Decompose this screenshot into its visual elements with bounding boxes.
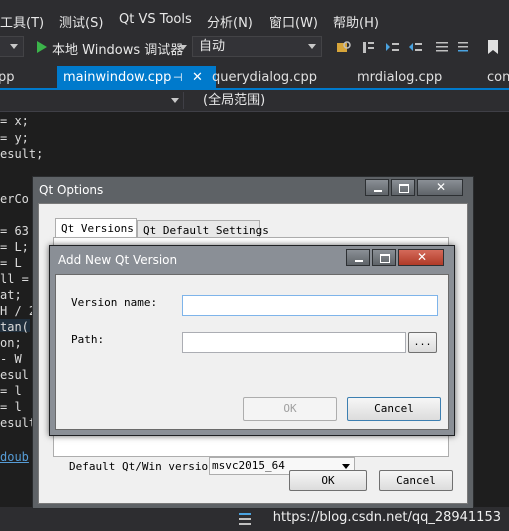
chevron-down-icon: [171, 98, 179, 103]
close-button[interactable]: ✕: [398, 249, 444, 266]
code-line: ll =: [0, 272, 29, 286]
minimize-icon: [355, 260, 363, 262]
code-line: = 63: [0, 224, 29, 238]
uncomment-icon[interactable]: [456, 39, 472, 55]
code-line: esul: [0, 368, 29, 382]
code-line: = l: [0, 384, 22, 398]
browse-button[interactable]: ...: [408, 332, 437, 353]
version-name-label: Version name:: [71, 296, 158, 309]
bookmarks-icon[interactable]: [238, 511, 252, 527]
maximize-icon: [399, 184, 409, 193]
default-version-label: Default Qt/Win version:: [69, 460, 222, 473]
class-scope-dropdown[interactable]: [0, 92, 183, 109]
maximize-button[interactable]: [391, 179, 415, 196]
default-version-value: msvc2015_64: [212, 459, 285, 472]
tab-mainwindow-cpp[interactable]: mainwindow.cpp ⊣ ✕: [57, 66, 216, 90]
close-icon[interactable]: ✕: [192, 66, 203, 90]
cancel-button[interactable]: Cancel: [379, 470, 453, 491]
watermark-text: https://blog.csdn.net/qq_28941153: [272, 510, 501, 525]
close-icon: ✕: [417, 250, 428, 264]
code-line: esult;: [0, 147, 44, 161]
minimize-icon: [374, 190, 382, 192]
version-name-input[interactable]: [182, 295, 438, 316]
ok-button[interactable]: OK: [289, 470, 367, 491]
path-label: Path:: [71, 333, 105, 346]
divider: [183, 92, 184, 109]
bookmark-icon[interactable]: [485, 39, 501, 55]
tab-querydialog-cpp[interactable]: querydialog.cpp: [212, 66, 317, 90]
tab-qt-versions[interactable]: Qt Versions: [55, 218, 137, 239]
minimize-button[interactable]: [346, 249, 370, 266]
menu-test[interactable]: 测试(S): [59, 12, 103, 31]
status-bar: https://blog.csdn.net/qq_28941153: [0, 507, 509, 531]
member-scope-dropdown[interactable]: (全局范围): [203, 92, 503, 109]
chevron-down-icon: [10, 44, 18, 49]
solution-platform-dropdown[interactable]: [0, 36, 24, 57]
toolbar: 本地 Windows 调试器 自动: [0, 34, 509, 62]
start-debugger-button[interactable]: 本地 Windows 调试器: [52, 39, 183, 58]
indent-icon[interactable]: [384, 39, 400, 55]
cancel-button[interactable]: Cancel: [347, 397, 441, 421]
code-line: on;: [0, 336, 22, 350]
code-line: - W: [0, 352, 22, 366]
tab-mrdialog-cpp[interactable]: mrdialog.cpp: [357, 66, 442, 90]
document-tab-bar: pp mainwindow.cpp ⊣ ✕ querydialog.cpp mr…: [0, 62, 509, 90]
code-line: esult: [0, 416, 37, 430]
menu-window[interactable]: 窗口(W): [269, 12, 318, 31]
code-line: = x;: [0, 114, 29, 128]
code-line: at;: [0, 288, 22, 302]
code-line: = l: [0, 400, 22, 414]
window-title: Qt Options: [39, 183, 104, 197]
chevron-down-icon: [308, 44, 316, 49]
code-line: = L;: [0, 240, 29, 254]
close-icon: ✕: [436, 180, 447, 194]
outdent-icon[interactable]: [407, 39, 423, 55]
comment-icon[interactable]: [434, 39, 450, 55]
menu-analyze[interactable]: 分析(N): [207, 12, 253, 31]
scope-label: (全局范围): [203, 93, 266, 108]
debugger-chevron-down-icon[interactable]: [179, 45, 187, 50]
maximize-icon: [380, 254, 390, 263]
tab-pp[interactable]: pp: [0, 66, 15, 90]
add-new-qt-version-dialog: Add New Qt Version ✕ Version name: Path:…: [49, 245, 455, 436]
menu-tools[interactable]: 工具(T): [0, 12, 44, 31]
play-icon[interactable]: [34, 39, 50, 55]
configuration-dropdown[interactable]: 自动: [192, 36, 322, 57]
close-button[interactable]: ✕: [417, 179, 463, 196]
bookmark-prev-icon[interactable]: [360, 39, 376, 55]
minimize-button[interactable]: [365, 179, 389, 196]
code-line: erCo: [0, 192, 29, 206]
code-line: = L: [0, 256, 22, 270]
code-line: doub: [0, 450, 29, 464]
code-line: = y;: [0, 131, 29, 145]
dialog-client-area: Version name: Path: ... OK Cancel: [55, 274, 449, 430]
maximize-button[interactable]: [372, 249, 396, 266]
dialog-title: Add New Qt Version: [58, 253, 178, 267]
code-line: tan(: [0, 320, 29, 334]
chevron-down-icon: [342, 464, 350, 469]
path-input[interactable]: [182, 332, 406, 353]
menu-help[interactable]: 帮助(H): [333, 12, 379, 31]
tab-label: mainwindow.cpp: [63, 70, 172, 85]
find-files-icon[interactable]: [336, 39, 352, 55]
navigation-bar: (全局范围): [0, 90, 509, 112]
pin-icon[interactable]: ⊣: [173, 66, 183, 90]
code-line: H / 2: [0, 304, 37, 318]
tab-con[interactable]: con: [487, 66, 509, 90]
configuration-value: 自动: [199, 39, 226, 54]
menu-bar: 工具(T) 测试(S) Qt VS Tools 分析(N) 窗口(W) 帮助(H…: [0, 0, 509, 34]
ok-button[interactable]: OK: [243, 397, 337, 421]
menu-qt-vs-tools[interactable]: Qt VS Tools: [119, 12, 192, 27]
